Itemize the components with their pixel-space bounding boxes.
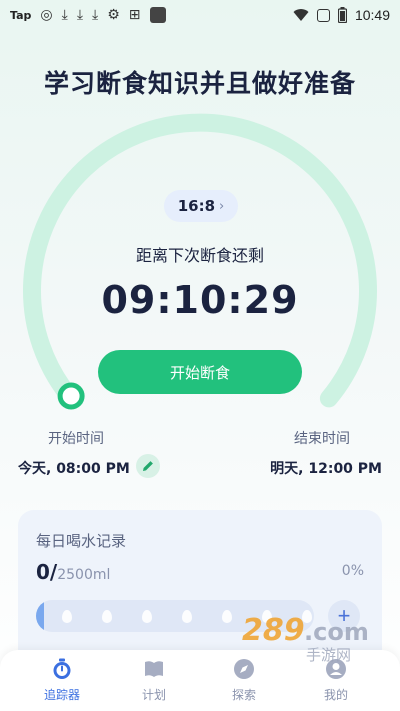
water-progress-fill	[36, 600, 44, 632]
start-time-label: 开始时间	[48, 431, 104, 447]
water-drops	[62, 600, 312, 632]
tab-plan-label: 计划	[141, 688, 166, 702]
water-consumed: 0/	[36, 560, 58, 584]
book-icon	[145, 661, 163, 677]
water-drop-icon	[142, 609, 152, 623]
chevron-right-icon: ›	[219, 198, 225, 214]
water-amount: 0/2500ml	[36, 560, 110, 584]
start-time-value[interactable]: 今天, 08:00 PM	[18, 458, 130, 478]
start-fasting-button[interactable]: 开始断食	[98, 350, 302, 394]
water-drop-icon	[222, 609, 232, 623]
plus-icon: +	[337, 603, 351, 628]
water-progress-bar[interactable]	[36, 600, 314, 632]
edit-start-time-button[interactable]	[136, 454, 160, 478]
water-drop-icon	[262, 609, 272, 623]
water-drop-icon	[102, 609, 112, 623]
add-water-button[interactable]: +	[328, 600, 360, 632]
stopwatch-icon	[53, 658, 71, 679]
tab-tracker-label: 追踪器	[43, 688, 80, 702]
end-time-label: 结束时间	[294, 431, 350, 447]
water-drop-icon	[62, 609, 72, 623]
bottom-tab-bar: 追踪器 计划 探索 我的	[0, 650, 400, 711]
progress-knob	[57, 382, 85, 410]
plan-ratio-label: 16:8	[177, 197, 216, 215]
water-goal: 2500ml	[57, 567, 111, 583]
tab-profile-label: 我的	[323, 688, 348, 702]
countdown-timer: 09:10:29	[101, 278, 299, 322]
compass-icon	[234, 659, 254, 679]
water-drop-icon	[302, 609, 312, 623]
tab-explore[interactable]: 探索	[204, 658, 284, 703]
tab-plan[interactable]: 计划	[114, 658, 194, 703]
tab-explore-label: 探索	[231, 688, 256, 702]
water-percent: 0%	[341, 563, 364, 579]
profile-icon	[326, 659, 346, 679]
tab-tracker[interactable]: 追踪器	[22, 658, 102, 703]
tab-profile[interactable]: 我的	[296, 658, 376, 703]
end-time-value[interactable]: 明天, 12:00 PM	[270, 458, 382, 478]
pencil-icon	[143, 461, 153, 471]
water-card-title: 每日喝水记录	[36, 532, 127, 550]
countdown-label: 距离下次断食还剩	[135, 246, 264, 265]
plan-ratio-button[interactable]: 16:8 ›	[164, 190, 238, 222]
water-drop-icon	[182, 609, 192, 623]
